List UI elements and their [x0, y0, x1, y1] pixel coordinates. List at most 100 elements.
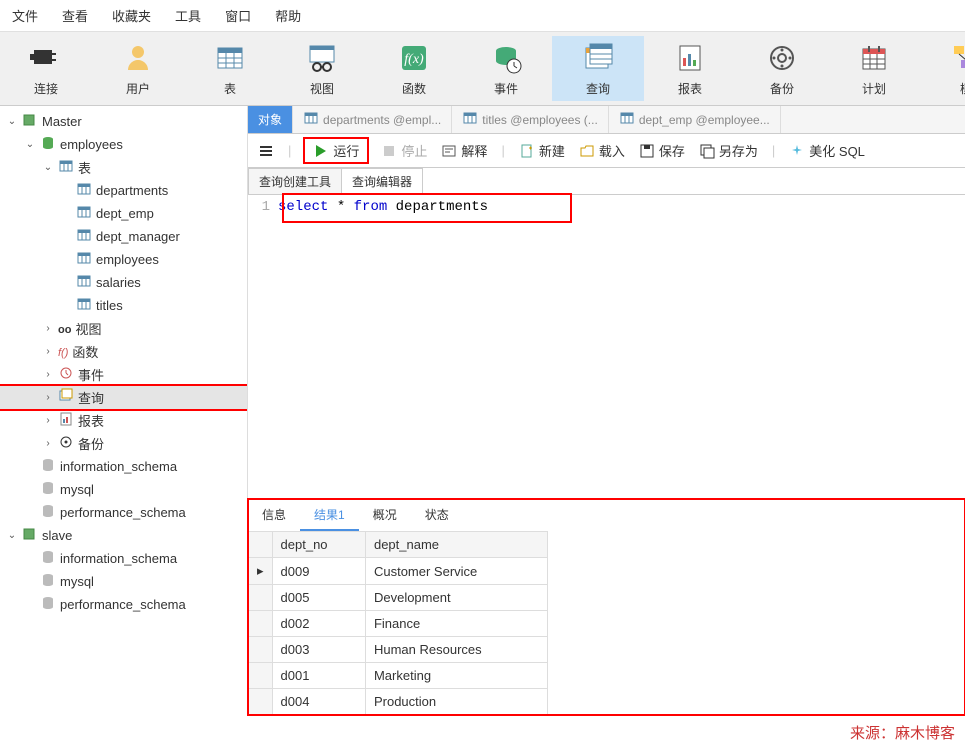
table-row[interactable]: d001Marketing [249, 663, 548, 689]
toolbar-plug[interactable]: 连接 [0, 36, 92, 101]
beautify-button[interactable]: 美化 SQL [789, 141, 865, 160]
expand-toggle[interactable]: › [42, 369, 54, 380]
tree-information-schema[interactable]: information_schema [0, 547, 247, 570]
table-row[interactable]: d003Human Resources [249, 637, 548, 663]
table-icon [212, 40, 248, 76]
tree-employees[interactable]: employees [0, 248, 247, 271]
menu-tools[interactable]: 工具 [175, 6, 201, 25]
tree-mysql[interactable]: mysql [0, 570, 247, 593]
tree-master[interactable]: ⌄Master [0, 110, 247, 133]
toolbar-schedule[interactable]: 计划 [828, 36, 920, 101]
menu-help[interactable]: 帮助 [275, 6, 301, 25]
tree-titles[interactable]: titles [0, 294, 247, 317]
cell[interactable]: Production [365, 689, 547, 715]
menu-favorites[interactable]: 收藏夹 [112, 6, 151, 25]
toolbar-label: 函数 [402, 80, 426, 97]
new-button[interactable]: 新建 [519, 141, 565, 160]
toolbar-event[interactable]: 事件 [460, 36, 552, 101]
tab-3[interactable]: dept_emp @employee... [609, 106, 781, 133]
tree--[interactable]: ›备份 [0, 432, 247, 455]
tree--[interactable]: ›oo视图 [0, 317, 247, 340]
restab-result1[interactable]: 结果1 [300, 500, 359, 531]
cell[interactable]: Customer Service [365, 558, 547, 585]
save-button[interactable]: 保存 [639, 141, 685, 160]
tree--[interactable]: ›事件 [0, 363, 247, 386]
cell[interactable]: Marketing [365, 663, 547, 689]
expand-toggle[interactable]: ⌄ [6, 116, 18, 127]
table-icon [303, 110, 319, 129]
tab-2[interactable]: titles @employees (... [452, 106, 609, 133]
expand-toggle[interactable]: ⌄ [6, 530, 18, 541]
restab-info[interactable]: 信息 [248, 500, 300, 531]
cell[interactable]: Finance [365, 611, 547, 637]
tree-icon [22, 112, 38, 131]
tree-information-schema[interactable]: information_schema [0, 455, 247, 478]
toolbar-table[interactable]: 表 [184, 36, 276, 101]
table-row[interactable]: d005Development [249, 585, 548, 611]
tree-label: 报表 [78, 411, 104, 430]
tree-dept-emp[interactable]: dept_emp [0, 202, 247, 225]
table-row[interactable]: d004Production [249, 689, 548, 715]
expand-toggle[interactable]: › [42, 323, 54, 334]
menu-toggle-button[interactable] [258, 143, 274, 159]
cell[interactable]: d003 [272, 637, 365, 663]
expand-toggle[interactable]: ⌄ [42, 162, 54, 173]
tree--[interactable]: ⌄表 [0, 156, 247, 179]
toolbar-backup[interactable]: 备份 [736, 36, 828, 101]
tree-salaries[interactable]: salaries [0, 271, 247, 294]
table-row[interactable]: ▸d009Customer Service [249, 558, 548, 585]
menu-view[interactable]: 查看 [62, 6, 88, 25]
table-row[interactable]: d002Finance [249, 611, 548, 637]
load-button[interactable]: 载入 [579, 141, 625, 160]
tab-0[interactable]: 对象 [248, 106, 293, 133]
cell[interactable]: d002 [272, 611, 365, 637]
tree-performance-schema[interactable]: performance_schema [0, 501, 247, 524]
run-button[interactable]: 运行 [305, 139, 367, 162]
toolbar-view[interactable]: 视图 [276, 36, 368, 101]
subtab-editor[interactable]: 查询编辑器 [341, 168, 423, 194]
expand-toggle[interactable]: ⌄ [24, 139, 36, 150]
explain-button[interactable]: 解释 [441, 141, 487, 160]
col-dept_name[interactable]: dept_name [365, 532, 547, 558]
toolbar-user[interactable]: 用户 [92, 36, 184, 101]
sql-editor[interactable]: 1 select * from departments [248, 195, 965, 499]
expand-toggle[interactable]: › [42, 346, 54, 357]
toolbar-fx[interactable]: f(x)函数 [368, 36, 460, 101]
row-indicator [249, 611, 273, 637]
tree-departments[interactable]: departments [0, 179, 247, 202]
tree-slave[interactable]: ⌄slave [0, 524, 247, 547]
user-icon [120, 40, 156, 76]
tree-mysql[interactable]: mysql [0, 478, 247, 501]
cell[interactable]: d009 [272, 558, 365, 585]
cell[interactable]: d004 [272, 689, 365, 715]
expand-toggle[interactable]: › [42, 438, 54, 449]
expand-toggle[interactable]: › [42, 392, 54, 403]
result-tabs: 信息 结果1 概况 状态 [248, 500, 965, 531]
tab-label: dept_emp @employee... [639, 113, 770, 127]
toolbar-model[interactable]: 模 [920, 36, 965, 101]
restab-profile[interactable]: 概况 [359, 500, 411, 531]
tree-dept-manager[interactable]: dept_manager [0, 225, 247, 248]
result-grid[interactable]: dept_nodept_name▸d009Customer Serviced00… [248, 531, 548, 715]
saveas-button[interactable]: 另存为 [699, 141, 758, 160]
tab-1[interactable]: departments @empl... [293, 106, 452, 133]
col-dept_no[interactable]: dept_no [272, 532, 365, 558]
code-area[interactable]: select * from departments [278, 199, 965, 495]
menu-file[interactable]: 文件 [12, 6, 38, 25]
tree--[interactable]: › 报表 [0, 409, 247, 432]
tree--[interactable]: ›查询 [0, 386, 247, 409]
tree--[interactable]: ›f()函数 [0, 340, 247, 363]
cell[interactable]: d001 [272, 663, 365, 689]
cell[interactable]: Human Resources [365, 637, 547, 663]
toolbar-query[interactable]: 查询 [552, 36, 644, 101]
cell[interactable]: d005 [272, 585, 365, 611]
toolbar-report[interactable]: 报表 [644, 36, 736, 101]
tree-performance-schema[interactable]: performance_schema [0, 593, 247, 616]
expand-toggle[interactable]: › [42, 415, 54, 426]
subtab-builder[interactable]: 查询创建工具 [248, 168, 342, 194]
menu-window[interactable]: 窗口 [225, 6, 251, 25]
cell[interactable]: Development [365, 585, 547, 611]
tree-employees[interactable]: ⌄employees [0, 133, 247, 156]
stop-button[interactable]: 停止 [381, 141, 427, 160]
restab-status[interactable]: 状态 [411, 500, 463, 531]
